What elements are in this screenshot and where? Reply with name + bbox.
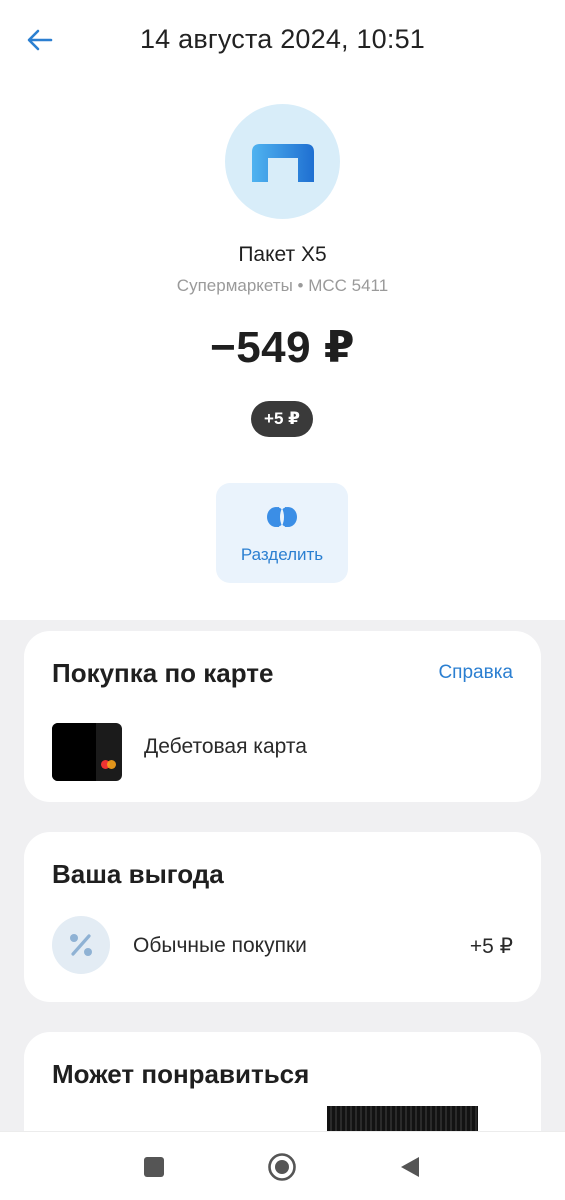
home-icon [268, 1153, 296, 1181]
recent-apps-button[interactable] [139, 1152, 169, 1182]
benefit-item-label: Обычные покупки [133, 934, 307, 957]
card-name[interactable]: Дебетовая карта [144, 735, 307, 759]
recommend-card-title: Может понравиться [52, 1059, 310, 1089]
benefit-card: Ваша выгода Обычные покупки +5 ₽ [24, 832, 541, 1002]
back-nav-button[interactable] [395, 1152, 425, 1182]
percent-icon-svg [70, 934, 92, 956]
page-title: 14 августа 2024, 10:51 [139, 24, 426, 54]
percent-icon [52, 916, 110, 974]
purchase-card: Покупка по карте Справка Дебетовая карта [24, 631, 541, 802]
recent-apps-icon [144, 1157, 164, 1177]
benefit-card-title: Ваша выгода [52, 859, 224, 889]
benefit-item-value: +5 ₽ [469, 935, 513, 958]
split-icon [267, 507, 297, 527]
transaction-amount: −549 ₽ [210, 323, 355, 372]
purchase-card-title: Покупка по карте [52, 658, 274, 688]
split-button[interactable]: Разделить [216, 483, 348, 583]
help-link[interactable]: Справка [438, 662, 513, 684]
back-triangle-icon [401, 1157, 419, 1177]
split-label: Разделить [240, 545, 324, 564]
home-button[interactable] [267, 1152, 297, 1182]
cashback-badge[interactable]: +5 ₽ [251, 401, 313, 437]
mastercard-icon-right [107, 760, 116, 769]
card-thumbnail-mask [52, 723, 96, 781]
merchant-logo [225, 104, 340, 219]
transaction-header-area: 14 августа 2024, 10:51 Пакет X5 Супермар… [0, 0, 565, 620]
x5-paket-logo-icon [251, 143, 314, 182]
merchant-category: Супермаркеты • MCC 5411 [176, 276, 389, 295]
merchant-name: Пакет X5 [238, 243, 327, 266]
card-thumbnail [52, 723, 122, 781]
system-navbar [0, 1131, 565, 1200]
